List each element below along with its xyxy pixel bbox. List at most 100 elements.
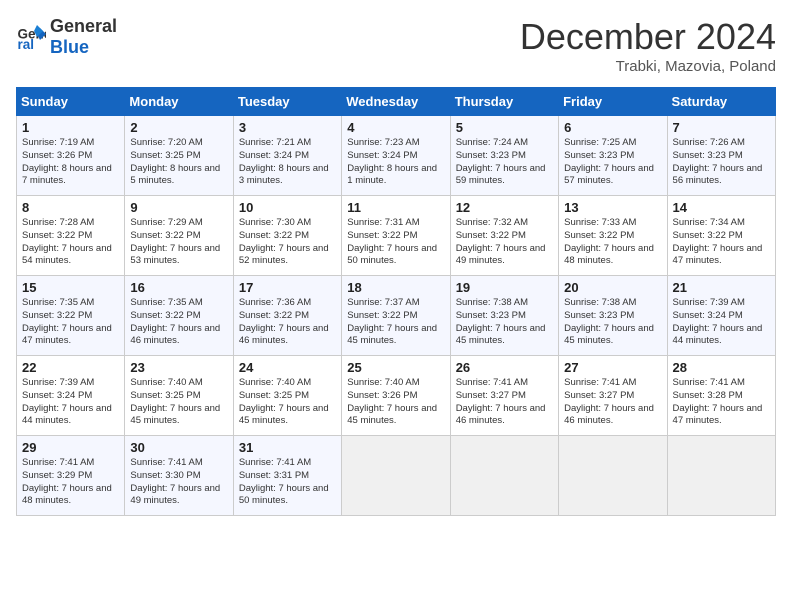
day-number: 13 (564, 200, 661, 215)
day-info: Sunrise: 7:41 AMSunset: 3:27 PMDaylight:… (456, 377, 553, 428)
calendar-cell: 22 Sunrise: 7:39 AMSunset: 3:24 PMDayligh… (17, 356, 125, 436)
calendar-cell: 7 Sunrise: 7:26 AMSunset: 3:23 PMDaylight… (667, 116, 775, 196)
day-number: 21 (673, 280, 770, 295)
calendar-cell: 14 Sunrise: 7:34 AMSunset: 3:22 PMDayligh… (667, 196, 775, 276)
col-header-wednesday: Wednesday (342, 88, 450, 116)
day-number: 7 (673, 120, 770, 135)
day-info: Sunrise: 7:36 AMSunset: 3:22 PMDaylight:… (239, 297, 336, 348)
calendar-cell: 16Sunrise: 7:35 AMSunset: 3:22 PMDayligh… (125, 276, 233, 356)
day-info: Sunrise: 7:33 AMSunset: 3:22 PMDaylight:… (564, 217, 661, 268)
title-area: December 2024 Trabki, Mazovia, Poland (520, 16, 776, 75)
day-number: 26 (456, 360, 553, 375)
day-info: Sunrise: 7:25 AMSunset: 3:23 PMDaylight:… (564, 137, 661, 188)
day-info: Sunrise: 7:31 AMSunset: 3:22 PMDaylight:… (347, 217, 444, 268)
day-info: Sunrise: 7:21 AMSunset: 3:24 PMDaylight:… (239, 137, 336, 188)
calendar-week-row: 1Sunrise: 7:19 AMSunset: 3:26 PMDaylight… (17, 116, 776, 196)
day-number: 23 (130, 360, 227, 375)
day-number: 8 (22, 200, 119, 215)
calendar-cell: 20Sunrise: 7:38 AMSunset: 3:23 PMDayligh… (559, 276, 667, 356)
day-number: 22 (22, 360, 119, 375)
day-info: Sunrise: 7:39 AMSunset: 3:24 PMDaylight:… (22, 377, 119, 428)
calendar-cell: 3 Sunrise: 7:21 AMSunset: 3:24 PMDaylight… (233, 116, 341, 196)
day-number: 5 (456, 120, 553, 135)
calendar-cell: 18Sunrise: 7:37 AMSunset: 3:22 PMDayligh… (342, 276, 450, 356)
calendar-cell (342, 436, 450, 516)
day-number: 4 (347, 120, 444, 135)
day-info: Sunrise: 7:30 AMSunset: 3:22 PMDaylight:… (239, 217, 336, 268)
location-title: Trabki, Mazovia, Poland (520, 58, 776, 75)
day-info: Sunrise: 7:41 AMSunset: 3:30 PMDaylight:… (130, 457, 227, 508)
logo: Gene ral General Blue (16, 16, 117, 58)
day-number: 9 (130, 200, 227, 215)
day-info: Sunrise: 7:35 AMSunset: 3:22 PMDaylight:… (22, 297, 119, 348)
day-info: Sunrise: 7:34 AMSunset: 3:22 PMDaylight:… (673, 217, 770, 268)
day-info: Sunrise: 7:40 AMSunset: 3:26 PMDaylight:… (347, 377, 444, 428)
calendar-cell: 21 Sunrise: 7:39 AMSunset: 3:24 PMDayligh… (667, 276, 775, 356)
calendar-cell (559, 436, 667, 516)
col-header-monday: Monday (125, 88, 233, 116)
day-info: Sunrise: 7:41 AMSunset: 3:31 PMDaylight:… (239, 457, 336, 508)
day-info: Sunrise: 7:23 AMSunset: 3:24 PMDaylight:… (347, 137, 444, 188)
calendar-cell: 6 Sunrise: 7:25 AMSunset: 3:23 PMDaylight… (559, 116, 667, 196)
month-title: December 2024 (520, 16, 776, 58)
col-header-sunday: Sunday (17, 88, 125, 116)
logo-icon: Gene ral (16, 22, 46, 52)
day-info: Sunrise: 7:28 AMSunset: 3:22 PMDaylight:… (22, 217, 119, 268)
day-info: Sunrise: 7:38 AMSunset: 3:23 PMDaylight:… (456, 297, 553, 348)
col-header-friday: Friday (559, 88, 667, 116)
calendar-week-row: 15 Sunrise: 7:35 AMSunset: 3:22 PMDayligh… (17, 276, 776, 356)
calendar-cell: 13 Sunrise: 7:33 AMSunset: 3:22 PMDayligh… (559, 196, 667, 276)
calendar-week-row: 29Sunrise: 7:41 AMSunset: 3:29 PMDayligh… (17, 436, 776, 516)
day-info: Sunrise: 7:40 AMSunset: 3:25 PMDaylight:… (239, 377, 336, 428)
calendar-cell: 8 Sunrise: 7:28 AMSunset: 3:22 PMDaylight… (17, 196, 125, 276)
day-info: Sunrise: 7:41 AMSunset: 3:29 PMDaylight:… (22, 457, 119, 508)
day-number: 6 (564, 120, 661, 135)
calendar-cell: 23 Sunrise: 7:40 AMSunset: 3:25 PMDayligh… (125, 356, 233, 436)
calendar-cell: 17 Sunrise: 7:36 AMSunset: 3:22 PMDayligh… (233, 276, 341, 356)
day-info: Sunrise: 7:41 AMSunset: 3:27 PMDaylight:… (564, 377, 661, 428)
day-info: Sunrise: 7:40 AMSunset: 3:25 PMDaylight:… (130, 377, 227, 428)
day-number: 3 (239, 120, 336, 135)
day-info: Sunrise: 7:19 AMSunset: 3:26 PMDaylight:… (22, 137, 119, 188)
day-number: 27 (564, 360, 661, 375)
calendar-cell: 19 Sunrise: 7:38 AMSunset: 3:23 PMDayligh… (450, 276, 558, 356)
day-number: 17 (239, 280, 336, 295)
day-info: Sunrise: 7:32 AMSunset: 3:22 PMDaylight:… (456, 217, 553, 268)
calendar-cell: 29Sunrise: 7:41 AMSunset: 3:29 PMDayligh… (17, 436, 125, 516)
day-info: Sunrise: 7:37 AMSunset: 3:22 PMDaylight:… (347, 297, 444, 348)
day-info: Sunrise: 7:35 AMSunset: 3:22 PMDaylight:… (130, 297, 227, 348)
day-info: Sunrise: 7:39 AMSunset: 3:24 PMDaylight:… (673, 297, 770, 348)
logo-text: Gene (50, 16, 95, 36)
calendar-cell: 9 Sunrise: 7:29 AMSunset: 3:22 PMDaylight… (125, 196, 233, 276)
day-number: 12 (456, 200, 553, 215)
calendar-cell: 26 Sunrise: 7:41 AMSunset: 3:27 PMDayligh… (450, 356, 558, 436)
day-info: Sunrise: 7:20 AMSunset: 3:25 PMDaylight:… (130, 137, 227, 188)
calendar-cell: 28Sunrise: 7:41 AMSunset: 3:28 PMDayligh… (667, 356, 775, 436)
calendar-cell: 11Sunrise: 7:31 AMSunset: 3:22 PMDayligh… (342, 196, 450, 276)
svg-text:ral: ral (18, 37, 35, 52)
calendar-cell: 10 Sunrise: 7:30 AMSunset: 3:22 PMDayligh… (233, 196, 341, 276)
calendar-cell (450, 436, 558, 516)
calendar-cell: 5 Sunrise: 7:24 AMSunset: 3:23 PMDaylight… (450, 116, 558, 196)
day-info: Sunrise: 7:38 AMSunset: 3:23 PMDaylight:… (564, 297, 661, 348)
calendar-cell: 24 Sunrise: 7:40 AMSunset: 3:25 PMDayligh… (233, 356, 341, 436)
day-number: 19 (456, 280, 553, 295)
col-header-saturday: Saturday (667, 88, 775, 116)
day-info: Sunrise: 7:26 AMSunset: 3:23 PMDaylight:… (673, 137, 770, 188)
day-info: Sunrise: 7:24 AMSunset: 3:23 PMDaylight:… (456, 137, 553, 188)
day-number: 25 (347, 360, 444, 375)
calendar-cell: 27 Sunrise: 7:41 AMSunset: 3:27 PMDayligh… (559, 356, 667, 436)
day-number: 30 (130, 440, 227, 455)
day-number: 31 (239, 440, 336, 455)
day-info: Sunrise: 7:29 AMSunset: 3:22 PMDaylight:… (130, 217, 227, 268)
day-number: 24 (239, 360, 336, 375)
calendar-week-row: 8 Sunrise: 7:28 AMSunset: 3:22 PMDaylight… (17, 196, 776, 276)
logo-blue-text: Blue (50, 37, 89, 57)
calendar-cell: 2 Sunrise: 7:20 AMSunset: 3:25 PMDaylight… (125, 116, 233, 196)
day-number: 14 (673, 200, 770, 215)
day-number: 10 (239, 200, 336, 215)
day-number: 2 (130, 120, 227, 135)
calendar-table: SundayMondayTuesdayWednesdayThursdayFrid… (16, 87, 776, 516)
day-number: 15 (22, 280, 119, 295)
day-info: Sunrise: 7:41 AMSunset: 3:28 PMDaylight:… (673, 377, 770, 428)
